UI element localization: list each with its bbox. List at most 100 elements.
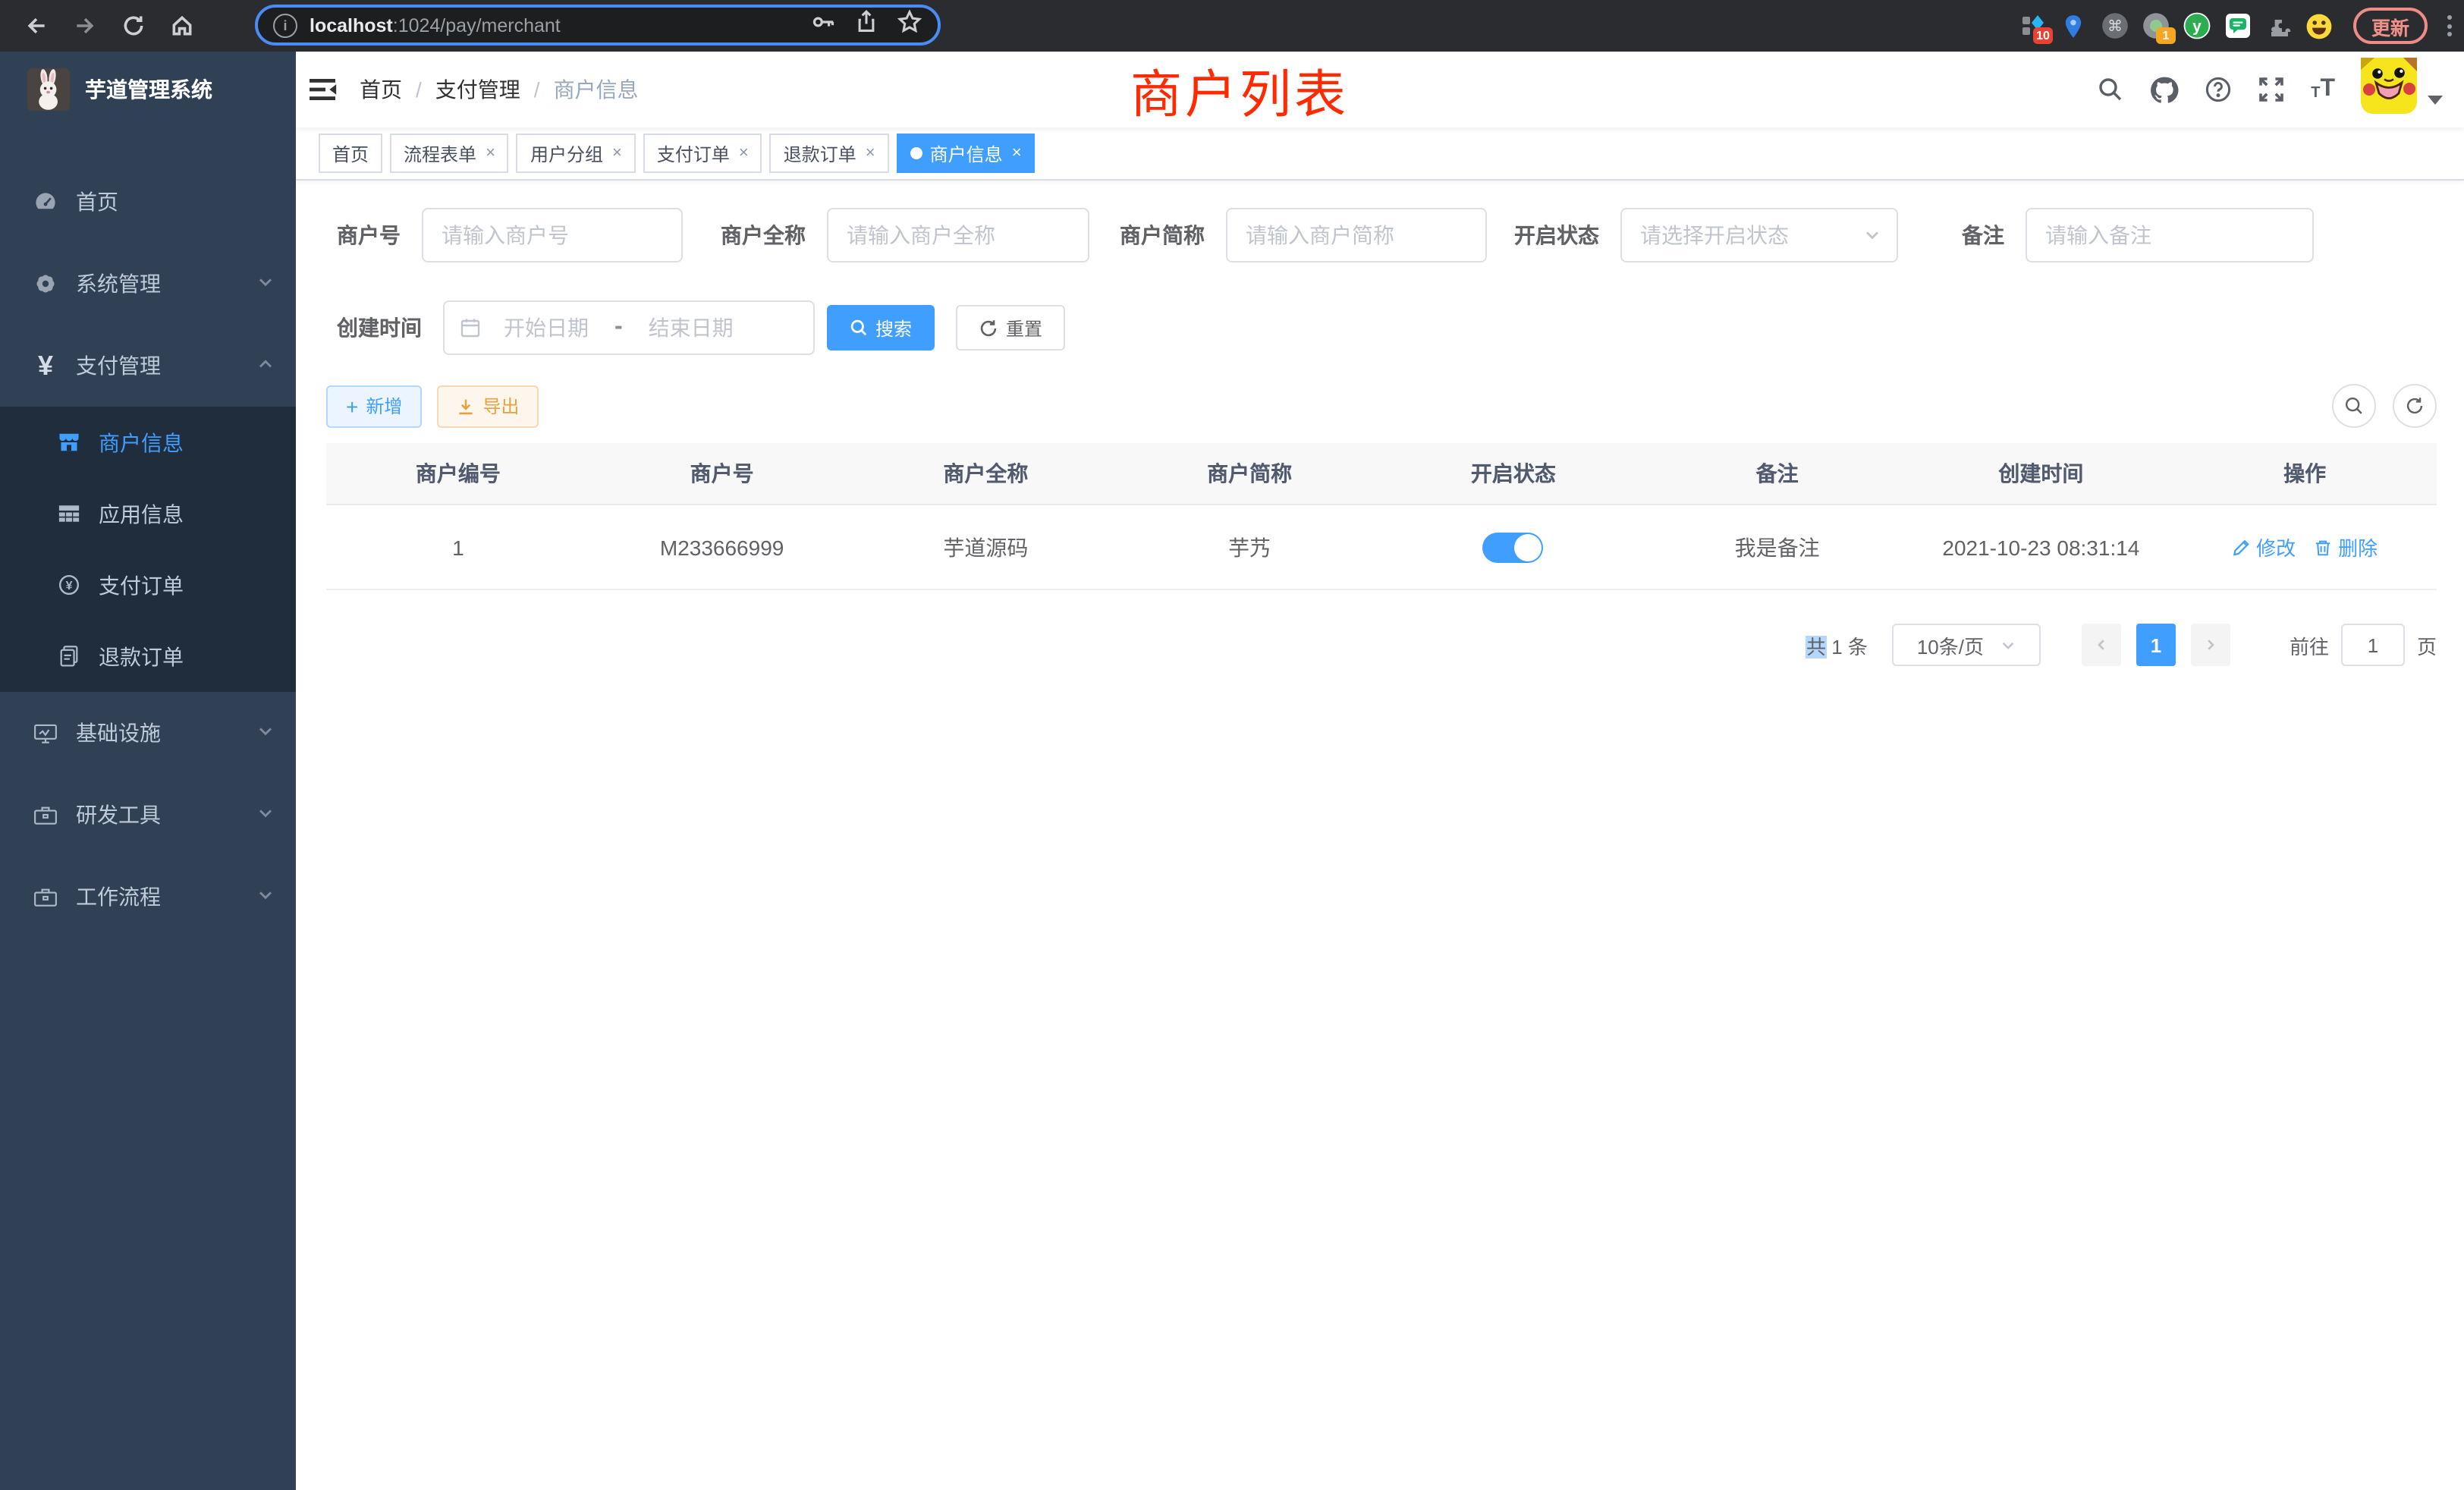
search-form-row-2: 创建时间 - 搜索 重置	[326, 300, 2437, 355]
sidebar-item-dev-tools[interactable]: 研发工具	[0, 774, 296, 856]
extension-pin-icon[interactable]	[2060, 12, 2088, 39]
sidebar-item-app-info[interactable]: 应用信息	[0, 478, 296, 549]
sidebar-item-workflow[interactable]: 工作流程	[0, 856, 296, 938]
merchant-no-input[interactable]	[422, 208, 683, 262]
remark-input[interactable]	[2026, 208, 2314, 262]
merchant-no-label: 商户号	[337, 220, 422, 250]
reset-button[interactable]: 重置	[956, 305, 1065, 350]
sidebar-item-infra[interactable]: 基础设施	[0, 692, 296, 774]
password-key-icon[interactable]	[810, 8, 836, 42]
yuan-icon: ¥	[33, 352, 58, 379]
status-select[interactable]: 请选择开启状态	[1620, 208, 1898, 262]
table-row: 1 M233666999 芋道源码 芋艿 我是备注 2021-10-23 08:…	[326, 505, 2437, 590]
sidebar-item-refund-order[interactable]: 退款订单	[0, 621, 296, 692]
close-icon[interactable]: ×	[866, 144, 875, 162]
sidebar-item-home[interactable]: 首页	[0, 161, 296, 243]
sidebar-item-system[interactable]: 系统管理	[0, 243, 296, 325]
bookmark-star-icon[interactable]	[897, 8, 922, 42]
extensions-puzzle-icon[interactable]	[2265, 12, 2293, 39]
page-number-1[interactable]: 1	[2136, 624, 2176, 666]
prev-page-button[interactable]	[2082, 624, 2121, 666]
sidebar-item-merchant-info[interactable]: 商户信息	[0, 407, 296, 478]
tab-user-group[interactable]: 用户分组×	[517, 134, 636, 173]
sidebar-item-pay[interactable]: ¥ 支付管理	[0, 325, 296, 407]
tab-merchant-info[interactable]: 商户信息×	[897, 134, 1036, 173]
address-bar[interactable]: i localhost:1024/pay/merchant	[255, 5, 941, 46]
share-icon[interactable]	[854, 9, 878, 41]
github-icon[interactable]	[2150, 75, 2179, 104]
short-name-input[interactable]	[1226, 208, 1487, 262]
tab-pay-order[interactable]: 支付订单×	[643, 134, 762, 173]
caret-down-icon	[2428, 96, 2443, 105]
end-date-input[interactable]	[626, 314, 756, 341]
extension-chat-icon[interactable]	[2224, 12, 2252, 39]
extension-grid-icon[interactable]: 10	[2019, 12, 2047, 39]
close-icon[interactable]: ×	[1012, 144, 1022, 162]
status-toggle[interactable]	[1483, 532, 1544, 562]
search-button[interactable]: 搜索	[827, 305, 935, 350]
breadcrumb-home[interactable]: 首页	[360, 74, 402, 105]
briefcase-icon	[33, 885, 58, 908]
tab-process-form[interactable]: 流程表单×	[390, 134, 509, 173]
goto-page-input[interactable]	[2341, 624, 2405, 666]
store-icon	[58, 431, 80, 454]
dashboard-icon	[33, 190, 58, 214]
site-info-icon[interactable]: i	[273, 13, 297, 37]
browser-back-icon[interactable]	[24, 14, 49, 38]
sidebar-item-label: 首页	[76, 187, 118, 217]
delete-link[interactable]: 删除	[2314, 533, 2378, 561]
cell-merchant-no: M233666999	[590, 505, 854, 589]
toggle-search-button[interactable]	[2332, 384, 2376, 428]
search-icon[interactable]	[2097, 76, 2124, 103]
grid-icon	[58, 502, 80, 525]
page-size-select[interactable]: 10条/页	[1892, 624, 2041, 666]
create-time-range-picker[interactable]: -	[443, 300, 815, 355]
col-merchant-id: 商户编号	[326, 443, 590, 504]
browser-refresh-icon[interactable]	[121, 14, 146, 38]
sidebar-collapse-icon[interactable]	[296, 52, 354, 127]
export-button[interactable]: 导出	[437, 385, 539, 427]
chevron-up-icon	[256, 354, 275, 378]
help-icon[interactable]	[2205, 76, 2232, 103]
chevron-left-icon	[2094, 637, 2109, 652]
app-logo[interactable]: 芋道管理系统	[0, 52, 296, 127]
extension-status-icon[interactable]: 1	[2142, 12, 2170, 39]
browser-menu-icon[interactable]	[2447, 15, 2452, 36]
chevron-down-icon	[256, 803, 275, 827]
svg-text:⌘: ⌘	[2107, 18, 2123, 35]
start-date-input[interactable]	[481, 314, 611, 341]
sidebar-item-label: 退款订单	[99, 641, 184, 671]
profile-emoji-icon[interactable]	[2306, 12, 2334, 39]
fullscreen-icon[interactable]	[2258, 76, 2285, 103]
breadcrumb-pay[interactable]: 支付管理	[435, 74, 520, 105]
tab-refund-order[interactable]: 退款订单×	[770, 134, 889, 173]
extension-command-icon[interactable]: ⌘	[2101, 12, 2129, 39]
next-page-button[interactable]	[2191, 624, 2230, 666]
user-avatar-menu[interactable]	[2361, 58, 2443, 121]
chrome-update-button[interactable]: 更新	[2353, 8, 2428, 44]
browser-home-icon[interactable]	[170, 14, 194, 38]
refresh-table-button[interactable]	[2393, 384, 2437, 428]
breadcrumb: 首页 / 支付管理 / 商户信息	[360, 74, 639, 105]
main-content: 首页 / 支付管理 / 商户信息 TT	[296, 52, 2464, 1490]
url-text: localhost:1024/pay/merchant	[310, 14, 798, 36]
sidebar-item-label: 支付管理	[76, 350, 161, 381]
add-button[interactable]: + 新增	[326, 385, 422, 427]
font-size-icon[interactable]: TT	[2311, 77, 2335, 102]
browser-forward-icon[interactable]	[73, 14, 97, 38]
extension-yuque-icon[interactable]: y	[2183, 12, 2211, 39]
sidebar-item-pay-order[interactable]: ¥ 支付订单	[0, 549, 296, 621]
chevron-down-icon	[256, 885, 275, 909]
col-full-name: 商户全称	[854, 443, 1118, 504]
full-name-input[interactable]	[827, 208, 1089, 262]
col-merchant-no: 商户号	[590, 443, 854, 504]
close-icon[interactable]: ×	[739, 144, 749, 162]
breadcrumb-current: 商户信息	[554, 74, 639, 105]
col-status: 开启状态	[1381, 443, 1645, 504]
edit-link[interactable]: 修改	[2232, 533, 2296, 561]
close-icon[interactable]: ×	[486, 144, 495, 162]
chevron-down-icon	[1999, 637, 2016, 653]
tab-home[interactable]: 首页	[319, 134, 382, 173]
close-icon[interactable]: ×	[612, 144, 622, 162]
remark-label: 备注	[1962, 220, 2026, 250]
